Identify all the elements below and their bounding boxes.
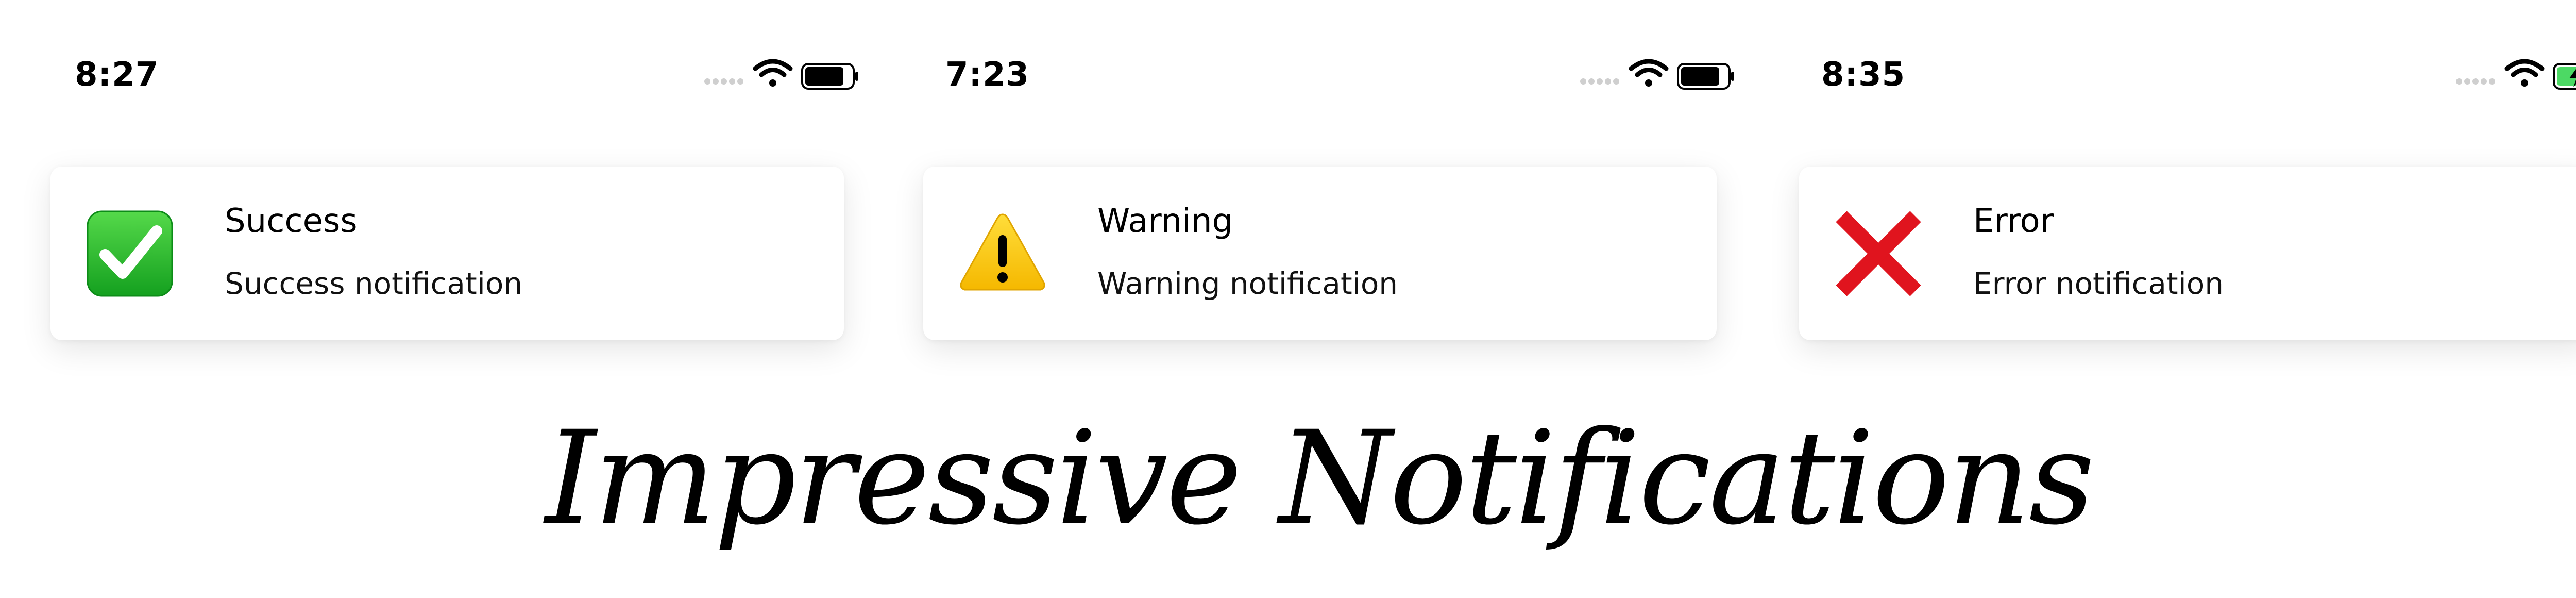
battery-icon <box>801 63 858 90</box>
notification-title: Warning <box>1097 202 1233 240</box>
status-time: 8:35 <box>1821 56 1906 94</box>
wifi-icon <box>1629 59 1669 87</box>
wifi-icon <box>753 59 793 87</box>
signal-icon <box>704 78 743 85</box>
battery-charging-icon <box>2553 63 2576 90</box>
battery-icon <box>1677 63 1734 90</box>
phone-screen-error: 8:35 Error Error notification <box>1752 0 2576 392</box>
status-icons <box>703 56 860 92</box>
status-icons <box>1579 56 1736 92</box>
phone-screen-success: 8:27 Success Success notification <box>0 0 876 392</box>
status-time: 8:27 <box>75 56 159 94</box>
notification-card[interactable]: Error Error notification <box>1799 167 2576 340</box>
status-bar: 8:35 <box>1752 0 2576 94</box>
notification-message: Warning notification <box>1097 266 1398 301</box>
status-bar: 8:27 <box>0 0 876 94</box>
notification-title: Success <box>225 202 358 240</box>
headline-title: Impressive Notifications <box>545 403 2095 553</box>
status-time: 7:23 <box>945 56 1030 94</box>
cross-mark-icon <box>1834 209 1923 298</box>
check-mark-icon <box>86 209 174 298</box>
phone-screen-warning: 7:23 Warning Warning notification <box>876 0 1752 392</box>
warning-icon <box>958 209 1047 298</box>
wifi-icon <box>2504 59 2545 87</box>
status-bar: 7:23 <box>876 0 1752 94</box>
notification-message: Success notification <box>225 266 523 301</box>
notification-message: Error notification <box>1973 266 2224 301</box>
notification-card[interactable]: Success Success notification <box>50 167 844 340</box>
notification-title: Error <box>1973 202 2054 240</box>
signal-icon <box>2456 78 2495 85</box>
signal-icon <box>1580 78 1619 85</box>
notification-card[interactable]: Warning Warning notification <box>923 167 1717 340</box>
status-icons <box>2455 56 2576 92</box>
